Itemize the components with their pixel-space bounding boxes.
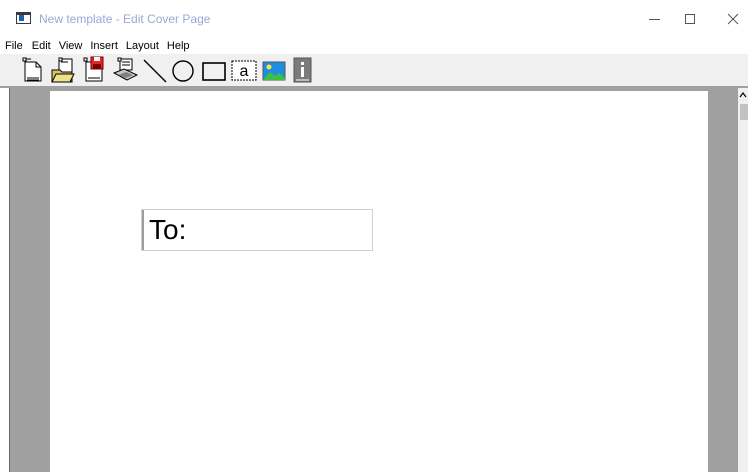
to-text-box[interactable]: To: (141, 209, 373, 251)
scroll-up-button[interactable] (738, 88, 748, 102)
maximize-button[interactable] (667, 0, 713, 38)
menu-insert[interactable]: Insert (90, 39, 118, 53)
toolbar: a (0, 54, 748, 86)
ellipse-tool-icon[interactable] (170, 56, 196, 84)
menu-view[interactable]: View (59, 39, 83, 53)
new-page-icon[interactable] (20, 56, 46, 84)
menu-layout[interactable]: Layout (126, 39, 159, 53)
minimize-icon (648, 18, 660, 20)
menu-file[interactable]: File (5, 39, 23, 53)
open-page-icon[interactable] (50, 56, 76, 84)
window-title: New template - Edit Cover Page (39, 12, 211, 26)
text-tool-icon[interactable]: a (231, 56, 257, 84)
text-tool-glyph: a (240, 63, 249, 80)
to-field-label: To: (149, 214, 187, 245)
cover-page-canvas[interactable] (50, 91, 708, 472)
close-button[interactable] (710, 0, 748, 38)
app-window-icon[interactable] (16, 12, 31, 24)
maximize-icon (685, 14, 695, 24)
info-field-icon[interactable] (290, 56, 316, 84)
close-icon (727, 13, 739, 25)
vertical-scrollbar[interactable] (738, 88, 748, 472)
picture-tool-icon[interactable] (261, 56, 287, 84)
chevron-up-icon (739, 92, 747, 98)
left-frame-edge (0, 88, 10, 472)
scrollbar-thumb[interactable] (740, 104, 748, 120)
save-page-icon[interactable] (81, 56, 107, 84)
title-bar: New template - Edit Cover Page (0, 0, 748, 38)
fax-page-icon[interactable] (112, 56, 138, 84)
menu-help[interactable]: Help (167, 39, 190, 53)
line-tool-icon[interactable] (142, 56, 168, 84)
menu-edit[interactable]: Edit (32, 39, 51, 53)
rectangle-tool-icon[interactable] (201, 56, 227, 84)
menu-bar: File Edit View Insert Layout Help (0, 38, 748, 54)
